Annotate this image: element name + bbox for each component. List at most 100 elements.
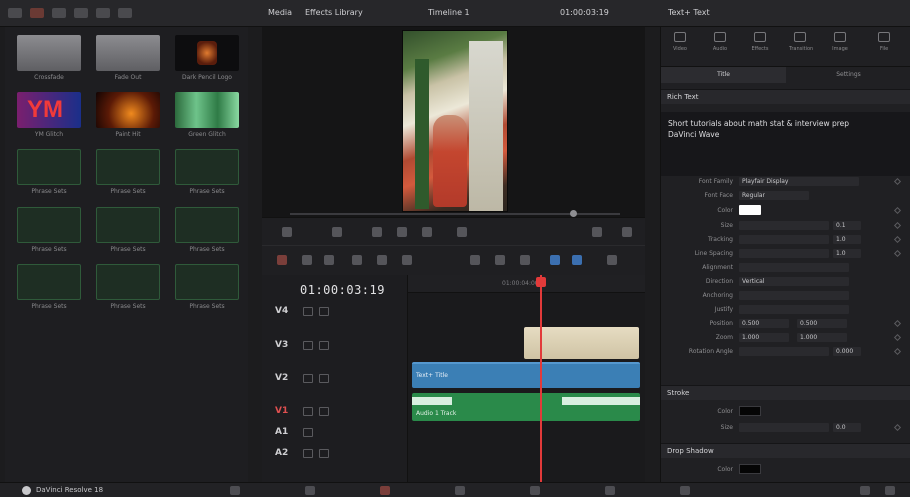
audio-clip[interactable]: Audio 1 Track (412, 393, 640, 421)
property-row[interactable]: Line Spacing 1.0 (661, 247, 910, 259)
playhead-handle[interactable] (536, 277, 546, 287)
text-input[interactable]: Short tutorials about math stat & interv… (661, 112, 910, 176)
effect-item[interactable]: Phrase Sets (17, 149, 81, 195)
lock-icon[interactable] (303, 340, 313, 350)
zoom-detail-icon[interactable] (572, 255, 582, 265)
select-tool-icon[interactable] (277, 255, 287, 265)
effect-item[interactable]: Phrase Sets (175, 149, 239, 195)
zoom-icon[interactable] (592, 227, 602, 237)
trim-tool-icon[interactable] (302, 255, 312, 265)
timeline-ruler[interactable]: 01:00:04:00 (408, 275, 645, 293)
insert-icon[interactable] (352, 255, 362, 265)
effect-item[interactable]: Dark Pencil Logo (175, 35, 239, 81)
viewer-scrubber[interactable] (290, 210, 620, 217)
list-icon[interactable] (118, 8, 132, 18)
effect-item[interactable]: Paint Hit (96, 92, 160, 138)
volume-icon[interactable] (457, 227, 467, 237)
effect-item[interactable]: Green Glitch (175, 92, 239, 138)
track-header-a1[interactable]: A1 (275, 424, 405, 440)
playhead[interactable] (536, 275, 546, 485)
replace-icon[interactable] (402, 255, 412, 265)
eye-icon[interactable] (319, 340, 329, 350)
keyframe-icon[interactable] (893, 319, 902, 327)
effects-library-label[interactable]: Effects Library (305, 8, 363, 17)
alignment-buttons[interactable] (739, 262, 849, 272)
effect-item[interactable]: YM YM Glitch (17, 92, 81, 138)
effect-item[interactable]: Phrase Sets (96, 149, 160, 195)
tab-audio[interactable]: Audio (709, 32, 731, 54)
track-header-v4[interactable]: V4 (275, 303, 405, 319)
property-row[interactable]: Size 0.0 (661, 421, 910, 433)
keyframe-icon[interactable] (893, 235, 902, 243)
loop-icon[interactable] (282, 227, 292, 237)
keyframe-icon[interactable] (893, 347, 902, 355)
property-row[interactable]: Alignment (661, 261, 910, 273)
tab-transition[interactable]: Transition (789, 32, 813, 54)
color-page-icon[interactable] (530, 486, 540, 495)
skip-back-icon[interactable] (332, 227, 342, 237)
keyframe-icon[interactable] (893, 249, 902, 257)
track-header-v1[interactable]: V1 (275, 403, 405, 419)
property-row[interactable]: Tracking 1.0 (661, 233, 910, 245)
property-row[interactable]: Font Family Playfair Display (661, 175, 910, 187)
rotation-slider[interactable] (739, 346, 829, 356)
tab-effects[interactable]: Effects (749, 32, 771, 54)
skip-forward-icon[interactable] (422, 227, 432, 237)
property-row[interactable]: Anchoring (661, 289, 910, 301)
zoom-x-field[interactable]: 1.000 (739, 332, 789, 342)
flag-icon[interactable] (520, 255, 530, 265)
stroke-section-header[interactable]: Stroke (661, 385, 910, 400)
home-icon[interactable] (860, 486, 870, 495)
media-pool-icon[interactable] (8, 8, 22, 18)
stroke-size-value[interactable]: 0.0 (833, 422, 861, 432)
tab-video[interactable]: Video (669, 32, 691, 54)
audio-icon[interactable] (607, 255, 617, 265)
size-value[interactable]: 0.1 (833, 220, 861, 230)
property-row[interactable]: Position 0.500 0.500 (661, 317, 910, 329)
edit-page-icon[interactable] (380, 486, 390, 495)
snap-icon[interactable] (470, 255, 480, 265)
mute-icon[interactable] (319, 448, 329, 458)
property-row[interactable]: Rotation Angle 0.000 (661, 345, 910, 357)
stroke-color-swatch[interactable] (739, 406, 761, 416)
lock-icon[interactable] (303, 306, 313, 316)
property-row[interactable]: Color (661, 204, 910, 216)
keyframe-icon[interactable] (893, 423, 902, 431)
font-face-select[interactable]: Regular (739, 190, 809, 200)
keyframe-icon[interactable] (893, 206, 902, 214)
property-row[interactable]: Size 0.1 (661, 219, 910, 231)
property-row[interactable]: Font Face Regular (661, 189, 910, 201)
tracking-value[interactable]: 1.0 (833, 234, 861, 244)
play-icon[interactable] (397, 227, 407, 237)
fullscreen-icon[interactable] (622, 227, 632, 237)
grid-icon[interactable] (96, 8, 110, 18)
track-header-v3[interactable]: V3 (275, 337, 405, 353)
effect-item[interactable]: Phrase Sets (175, 207, 239, 253)
lock-icon[interactable] (303, 406, 313, 416)
property-row[interactable]: Justify (661, 303, 910, 315)
line-spacing-value[interactable]: 1.0 (833, 248, 861, 258)
lock-icon[interactable] (303, 373, 313, 383)
track-header-a2[interactable]: A2 (275, 445, 405, 461)
effect-item[interactable]: Phrase Sets (17, 207, 81, 253)
color-swatch[interactable] (739, 205, 761, 215)
sound-library-icon[interactable] (74, 8, 88, 18)
fairlight-page-icon[interactable] (605, 486, 615, 495)
viewer[interactable] (262, 27, 645, 217)
property-row[interactable]: Zoom 1.000 1.000 (661, 331, 910, 343)
effect-item[interactable]: Phrase Sets (96, 264, 160, 310)
eye-icon[interactable] (319, 373, 329, 383)
font-family-select[interactable]: Playfair Display (739, 176, 859, 186)
keyframe-icon[interactable] (893, 177, 902, 185)
stroke-size-slider[interactable] (739, 422, 829, 432)
blade-tool-icon[interactable] (324, 255, 334, 265)
keyframe-icon[interactable] (893, 333, 902, 341)
eye-icon[interactable] (319, 406, 329, 416)
subtab-settings[interactable]: Settings (786, 67, 910, 83)
tracking-slider[interactable] (739, 234, 829, 244)
property-row[interactable]: Direction Vertical (661, 275, 910, 287)
overwrite-icon[interactable] (377, 255, 387, 265)
tab-image[interactable]: Image (829, 32, 851, 54)
marker-icon[interactable] (550, 255, 560, 265)
fusion-page-icon[interactable] (455, 486, 465, 495)
